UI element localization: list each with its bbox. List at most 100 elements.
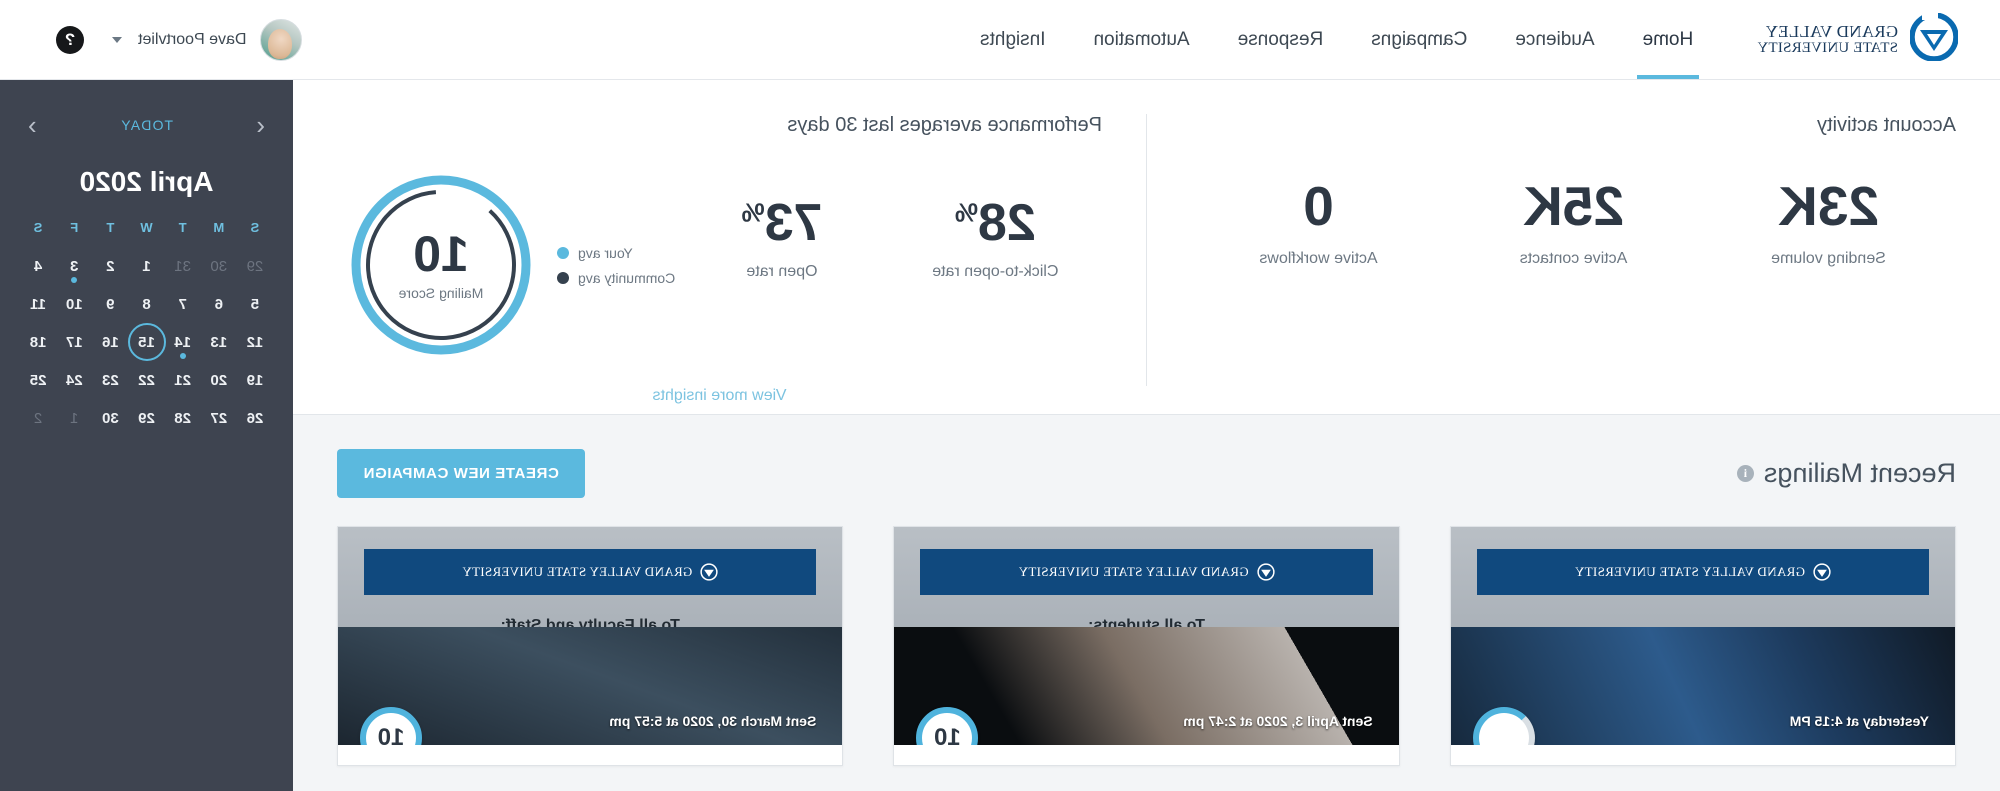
calendar-day-cell[interactable]: 21 [165, 361, 201, 399]
stat-value: 0 [1303, 175, 1334, 237]
calendar-day-cell[interactable]: 29 [128, 399, 164, 437]
calendar-day-cell[interactable]: 5 [237, 285, 273, 323]
mailing-card-banner-text: GRAND VALLEY STATE UNIVERSITY [462, 564, 693, 579]
calendar-day-number: 31 [174, 257, 191, 275]
performance-section: Performance averages last 30 days 28% Cl… [293, 114, 1147, 404]
nav-item-label: Audience [1515, 28, 1595, 50]
calendar-day-cell[interactable]: 31 [165, 247, 201, 285]
calendar-day-number: 7 [178, 295, 187, 313]
view-more-insights-link[interactable]: View more insights [337, 387, 1102, 405]
calendar-day-cell[interactable]: 11 [20, 285, 56, 323]
mailing-score-gauge: 10 Mailing Score [347, 171, 535, 359]
mailing-card-preview: GRAND VALLEY STATE UNIVERSITY To all Fac… [338, 527, 843, 745]
account-activity-stats: 23K Sending volume 25K Active contacts 0… [1191, 165, 1956, 268]
performance-stats: 28% Click-to-open rate 73% Open rate [675, 171, 1102, 281]
calendar-day-number: 11 [30, 295, 47, 313]
nav-item-audience[interactable]: Audience [1491, 0, 1618, 79]
calendar-day-number: 5 [250, 295, 260, 313]
calendar-day-cell[interactable]: 9 [92, 285, 128, 323]
calendar-day-cell[interactable]: 1 [128, 247, 164, 285]
gvsu-logo-icon [1813, 563, 1831, 581]
app-root: GRAND VALLEY STATE UNIVERSITY Home Audie… [0, 0, 2000, 791]
user-name-label[interactable]: Dave Poortvliet [138, 31, 247, 49]
calendar-toolbar: ‹ TODAY › [20, 108, 273, 140]
nav-item-response[interactable]: Response [1214, 0, 1348, 79]
recent-mailings-title-text: Recent Mailings [1763, 458, 1956, 488]
calendar-day-cell[interactable]: 16 [92, 323, 128, 361]
calendar-day-cell[interactable]: 8 [128, 285, 164, 323]
calendar-day-cell[interactable]: 20 [201, 361, 237, 399]
legend-dot-icon [557, 271, 569, 284]
info-icon[interactable]: i [1736, 465, 1754, 482]
calendar-day-cell[interactable]: 25 [20, 361, 56, 399]
calendar-day-cell[interactable]: 10 [56, 285, 92, 323]
calendar-day-cell[interactable]: 27 [201, 399, 237, 437]
calendar-day-cell[interactable]: 26 [237, 399, 273, 437]
calendar-day-cell[interactable]: 6 [201, 285, 237, 323]
calendar-day-cell[interactable]: 28 [165, 399, 201, 437]
calendar-day-cell[interactable]: 12 [237, 323, 273, 361]
calendar-day-number: 27 [210, 409, 228, 427]
calendar-day-cell[interactable]: 7 [165, 285, 201, 323]
calendar-day-cell[interactable]: 18 [20, 323, 56, 361]
calendar-day-cell[interactable]: 2 [20, 399, 56, 437]
stat-sending-volume: 23K Sending volume [1701, 175, 1956, 268]
calendar-day-header: M [213, 220, 225, 235]
gvsu-logo-icon [1257, 563, 1275, 581]
calendar-day-cell[interactable]: 3 [56, 247, 92, 285]
calendar-day-cell[interactable]: 19 [237, 361, 273, 399]
calendar-day-cell[interactable]: 17 [56, 323, 92, 361]
calendar-day-number: 22 [138, 371, 155, 389]
legend-label: Community avg [578, 269, 676, 286]
avatar[interactable] [260, 18, 303, 61]
calendar-day-cell[interactable]: 30 [92, 399, 128, 437]
stat-label: Open rate [746, 263, 818, 280]
calendar-day-cell[interactable]: 29 [237, 247, 273, 285]
calendar-day-number: 28 [174, 409, 191, 427]
main-content: Account activity 23K Sending volume 25K … [293, 80, 2000, 791]
chevron-left-icon[interactable]: ‹ [256, 110, 265, 140]
stat-number: 73 [764, 194, 823, 252]
calendar-day-cell-selected[interactable]: 15 [128, 323, 164, 361]
chevron-right-icon[interactable]: › [28, 110, 37, 140]
stat-value: 28% [889, 194, 1102, 252]
calendar-day-cell[interactable]: 4 [20, 247, 56, 285]
mailing-card[interactable]: GRAND VALLEY STATE UNIVERSITY To all Fac… [337, 526, 844, 766]
calendar-day-number: 9 [106, 295, 115, 313]
question-mark-icon[interactable]: ? [56, 25, 84, 54]
mailing-card[interactable]: GRAND VALLEY STATE UNIVERSITY To all stu… [893, 526, 1400, 766]
calendar-day-cell[interactable]: 23 [92, 361, 128, 399]
calendar-day-header: W [140, 220, 153, 235]
nav-item-campaigns[interactable]: Campaigns [1347, 0, 1491, 79]
calendar-today-button[interactable]: TODAY [120, 117, 173, 133]
mailing-score-gauge-block: Your avg Community avg 10 Mailing Score [337, 171, 675, 359]
account-activity-section: Account activity 23K Sending volume 25K … [1147, 114, 2000, 386]
calendar-day-number: 4 [33, 257, 43, 275]
calendar-day-number: 26 [246, 409, 264, 427]
nav-item-insights[interactable]: Insights [956, 0, 1069, 79]
calendar-day-cell[interactable]: 14 [165, 323, 201, 361]
calendar-day-cell[interactable]: 13 [201, 323, 237, 361]
calendar-day-cell[interactable]: 24 [56, 361, 92, 399]
calendar-day-cell[interactable]: 2 [92, 247, 128, 285]
create-new-campaign-button[interactable]: CREATE NEW CAMPAIGN [337, 449, 585, 498]
calendar-day-header: S [33, 220, 43, 235]
calendar-day-header: T [178, 220, 187, 235]
calendar-day-header: F [70, 220, 79, 235]
brand-logo-block[interactable]: GRAND VALLEY STATE UNIVERSITY [1731, 0, 2000, 79]
gauge-center: 10 Mailing Score [347, 171, 535, 359]
stat-number: 28 [977, 194, 1036, 252]
calendar-day-cell[interactable]: 22 [128, 361, 164, 399]
stat-label: Click-to-open rate [932, 263, 1059, 280]
calendar-event-dot-icon [71, 277, 78, 283]
chevron-down-icon[interactable] [112, 36, 122, 43]
calendar-day-cell[interactable]: 30 [201, 247, 237, 285]
main-nav-items: Home Audience Campaigns Response Automat… [956, 0, 1717, 79]
page-body: Account activity 23K Sending volume 25K … [0, 80, 2000, 791]
mailing-card[interactable]: GRAND VALLEY STATE UNIVERSITY Yesterday … [1449, 526, 1956, 766]
nav-item-automation[interactable]: Automation [1070, 0, 1214, 79]
calendar-day-number: 10 [65, 295, 83, 313]
nav-item-home[interactable]: Home [1619, 0, 1718, 79]
calendar-day-cell[interactable]: 1 [56, 399, 92, 437]
recent-mailings-section: Recent Mailings i CREATE NEW CAMPAIGN GR… [293, 415, 2000, 766]
